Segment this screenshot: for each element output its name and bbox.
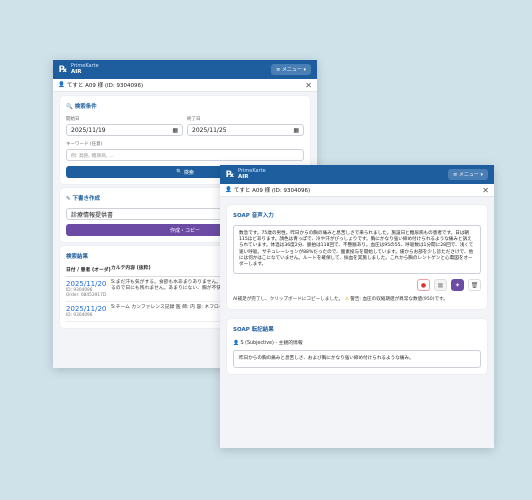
subjective-label: 👤 S (Subjective) - 主観的情報 <box>233 341 303 347</box>
app-header: ℞ PrimeKarte AIR ≡ メニュー ▾ <box>220 165 494 184</box>
status-text: AI補足が完了し、クリップボードにコピーしました。 <box>233 297 344 303</box>
status-message: AI補足が完了し、クリップボードにコピーしました。 ⚠ 警告: 血圧の収縮期値が… <box>233 297 481 303</box>
pen-icon: ✎ <box>66 196 71 202</box>
start-date-label: 開始日 <box>66 117 80 122</box>
brand-logo-icon: ℞ <box>226 169 235 180</box>
patient-bar: 👤 てすと A09 様 (ID: 9304096) ✕ <box>220 184 494 197</box>
trash-icon[interactable]: 🗑 <box>468 279 481 292</box>
end-date-input[interactable]: 2025/11/25 ▦ <box>187 124 304 136</box>
patient-label: てすと A09 様 (ID: 9304096) <box>66 83 144 89</box>
app-window-front: ℞ PrimeKarte AIR ≡ メニュー ▾ 👤 てすと A09 様 (I… <box>220 165 494 448</box>
row-date-link[interactable]: 2025/11/20 <box>66 305 111 313</box>
menu-button[interactable]: ≡ メニュー ▾ <box>271 64 311 75</box>
brand-sub: AIR <box>71 69 82 75</box>
header-date: 日付 / 患者 (オーダ) <box>66 268 111 273</box>
close-icon[interactable]: ✕ <box>305 81 312 90</box>
stop-icon[interactable]: ■ <box>434 279 447 292</box>
soap-voice-card: SOAP 音声入力 数急です。75歳の男性。昨日からの胸の痛みと息苦しさで来られ… <box>227 205 487 310</box>
patient-label: てすと A09 様 (ID: 9304096) <box>233 188 311 194</box>
soap-voice-title: SOAP 音声入力 <box>233 213 274 219</box>
person-icon: 👤 <box>233 341 239 347</box>
voice-actions: ● ■ ✦ 🗑 <box>233 279 481 292</box>
row-date-link[interactable]: 2025/11/20 <box>66 280 111 288</box>
soap-result-card: SOAP 転記結果 👤 S (Subjective) - 主観的情報 昨日からの… <box>227 319 487 375</box>
soap-result-title: SOAP 転記結果 <box>233 327 274 334</box>
magic-wand-icon[interactable]: ✦ <box>451 279 464 292</box>
menu-button[interactable]: ≡ メニュー ▾ <box>448 169 488 180</box>
soap-voice-textarea[interactable]: 数急です。75歳の男性。昨日からの胸の痛みと息苦しさで来られました。施設日と糖尿… <box>233 225 481 275</box>
row-order: Order: 68453917D <box>66 293 107 298</box>
brand-logo-icon: ℞ <box>59 64 68 75</box>
calendar-icon[interactable]: ▦ <box>293 127 299 134</box>
subjective-textarea[interactable]: 昨日からの胸の痛みと息苦しさ、および胸にかなり強い締め付けられるような痛み。 <box>233 350 481 369</box>
person-icon: 👤 <box>58 82 65 88</box>
start-date-input[interactable]: 2025/11/19 ▦ <box>66 124 183 136</box>
patient-bar: 👤 てすと A09 様 (ID: 9304096) ✕ <box>53 79 317 92</box>
search-icon: 🔍 <box>176 169 184 175</box>
calendar-icon[interactable]: ▦ <box>172 127 178 134</box>
keyword-label: キーワード (任意) <box>66 142 103 147</box>
app-header: ℞ PrimeKarte AIR ≡ メニュー ▾ <box>53 60 317 79</box>
close-icon[interactable]: ✕ <box>482 186 489 195</box>
brand: ℞ PrimeKarte AIR <box>59 64 99 75</box>
keyword-input[interactable]: 例: 発熱, 糖尿病, ... <box>66 149 304 161</box>
microphone-icon[interactable]: ● <box>417 279 430 292</box>
search-icon: 🔍 <box>66 104 73 110</box>
warning-text: 警告: 血圧の収縮期値が異常な数値(950)です。 <box>350 297 448 303</box>
end-date-label: 終了日 <box>187 117 201 122</box>
person-icon: 👤 <box>225 187 232 193</box>
search-title: 🔍 検索条件 <box>66 104 97 110</box>
brand-sub: AIR <box>238 174 249 180</box>
row-patient-id: ID: 9304096 <box>66 313 93 318</box>
warning-icon: ⚠ <box>344 297 349 303</box>
brand: ℞ PrimeKarte AIR <box>226 169 266 180</box>
